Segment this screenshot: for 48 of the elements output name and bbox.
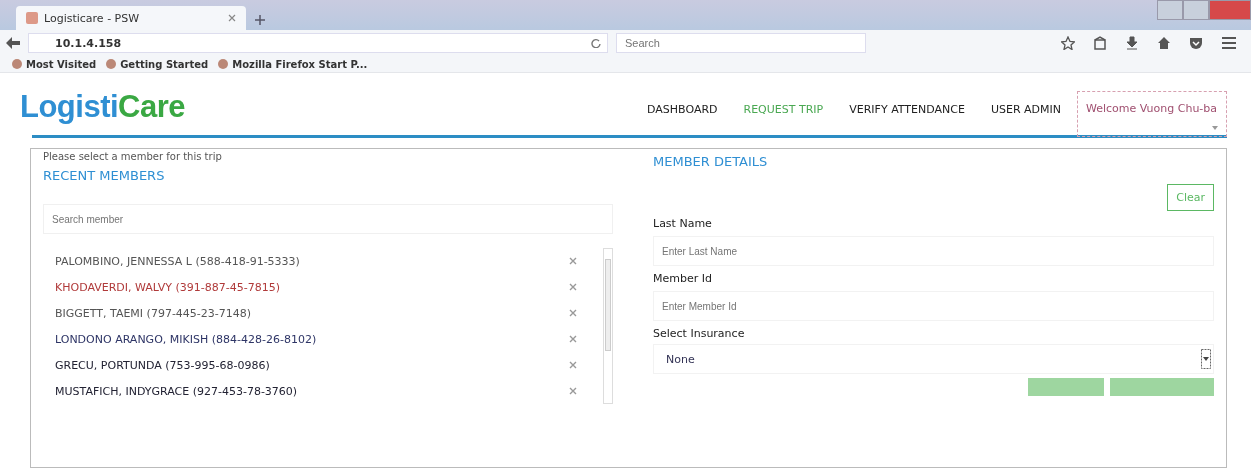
- favicon-icon: [26, 12, 38, 24]
- member-item[interactable]: LONDONO ARANGO, MIKISH (884-428-26-8102): [55, 332, 317, 346]
- scrollbar[interactable]: [603, 248, 613, 404]
- bookmark-link[interactable]: Mozilla Firefox Start P...: [218, 56, 368, 72]
- address-bar[interactable]: 10.1.4.158: [28, 33, 608, 53]
- plus-icon: [255, 15, 265, 25]
- member-item[interactable]: KHODAVERDI, WALVY (391-887-45-7815): [55, 280, 280, 294]
- bookmark-link[interactable]: Getting Started: [106, 56, 209, 72]
- instruction-text: Please select a member for this trip: [43, 151, 222, 162]
- bookmark-link[interactable]: Most Visited: [12, 56, 97, 72]
- remove-icon[interactable]: [569, 257, 577, 265]
- remove-icon[interactable]: [569, 361, 577, 369]
- input-field[interactable]: Enter Last Name: [653, 236, 1214, 266]
- remove-icon[interactable]: [569, 283, 577, 291]
- maximize-button[interactable]: [1183, 0, 1209, 20]
- member-search-field[interactable]: Search member: [43, 204, 613, 234]
- nav-link[interactable]: USER ADMIN: [990, 102, 1061, 116]
- field-label: Member Id: [653, 272, 713, 285]
- close-button[interactable]: [1209, 0, 1251, 20]
- insurance-dropdown[interactable]: None: [653, 344, 1214, 374]
- browser-search-field[interactable]: Search: [616, 33, 866, 53]
- member-item[interactable]: GRECU, PORTUNDA (753-995-68-0986): [55, 358, 270, 372]
- browser-tab[interactable]: Logisticare - PSW: [16, 6, 246, 30]
- back-icon[interactable]: [6, 37, 20, 49]
- nav-link[interactable]: DASHBOARD: [647, 102, 718, 116]
- menu-icon[interactable]: [1221, 36, 1237, 50]
- close-icon[interactable]: [228, 14, 236, 22]
- section-title: MEMBER DETAILS: [653, 154, 769, 171]
- remove-icon[interactable]: [569, 309, 577, 317]
- remove-icon[interactable]: [569, 387, 577, 395]
- member-item[interactable]: PALOMBINO, JENNESSA L (588-418-91-5333): [55, 254, 300, 268]
- logo: LogistiCare: [20, 89, 186, 125]
- field-label: Select Insurance: [653, 327, 746, 340]
- reload-icon[interactable]: [591, 38, 601, 48]
- remove-icon[interactable]: [569, 335, 577, 343]
- download-icon[interactable]: [1125, 36, 1139, 50]
- pocket-icon[interactable]: [1189, 36, 1203, 50]
- nav-link[interactable]: VERIFY ATTENDANCE: [849, 102, 965, 116]
- star-icon[interactable]: [1061, 36, 1075, 50]
- minimize-button[interactable]: [1157, 0, 1183, 20]
- member-item[interactable]: BIGGETT, TAEMI (797-445-23-7148): [55, 306, 252, 320]
- input-field[interactable]: Enter Member Id: [653, 291, 1214, 321]
- field-label: Last Name: [653, 217, 713, 230]
- section-title: RECENT MEMBERS: [43, 168, 166, 185]
- caret-icon[interactable]: [1201, 349, 1211, 369]
- home-icon[interactable]: [1157, 36, 1171, 50]
- library-icon[interactable]: [1093, 36, 1107, 50]
- member-item[interactable]: MUSTAFICH, INDYGRACE (927-453-78-3760): [55, 384, 298, 398]
